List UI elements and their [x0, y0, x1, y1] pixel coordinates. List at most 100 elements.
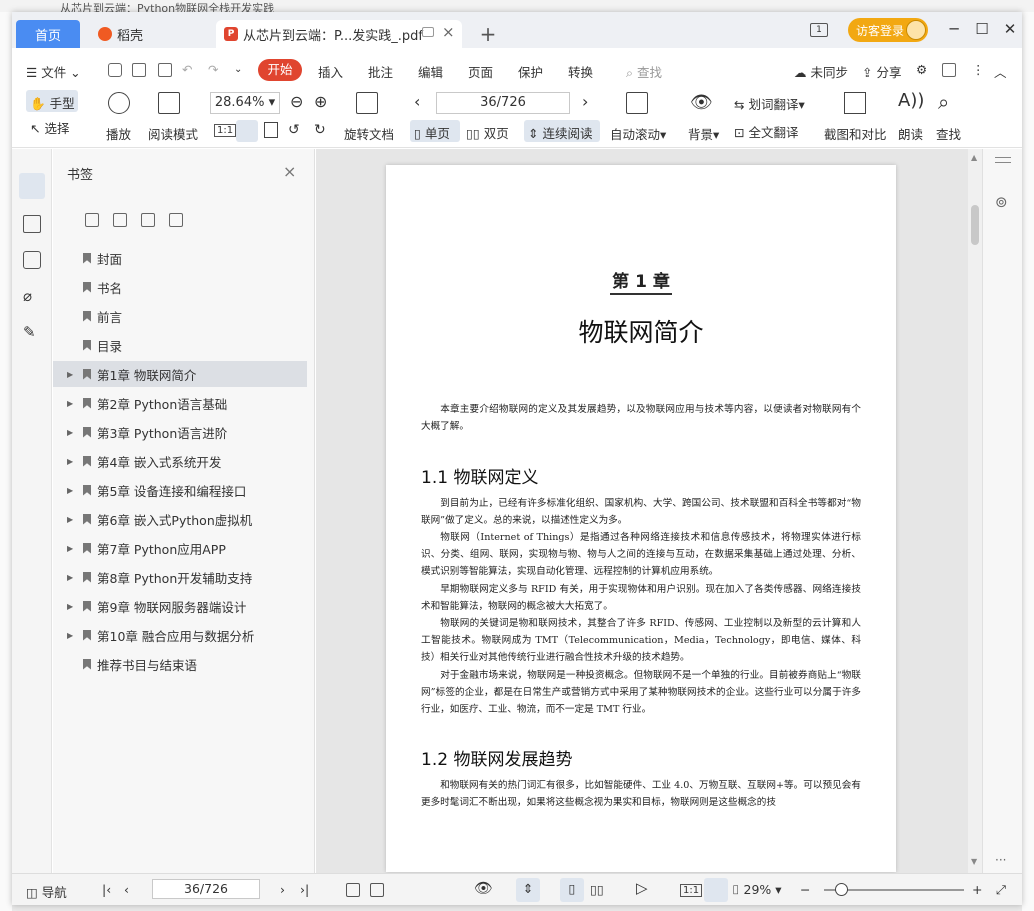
actual-size-status-icon[interactable]: 1:1 [680, 884, 703, 897]
add-bookmark-icon[interactable] [141, 213, 155, 227]
read-aloud-button[interactable]: 朗读 [898, 124, 923, 143]
menu-search[interactable]: ⌕ 查找 [626, 62, 662, 81]
delete-bookmark-icon[interactable] [169, 213, 183, 227]
zoom-in-status-icon[interactable]: + [972, 882, 982, 897]
bookmark-item[interactable]: ▶ 第5章 设备连接和编程接口 [53, 477, 307, 503]
single-page-mode-icon[interactable]: ▯ [560, 878, 584, 902]
expand-arrow-icon[interactable]: ▶ [67, 370, 79, 379]
expand-arrow-icon[interactable]: ▶ [67, 457, 79, 466]
expand-arrow-icon[interactable]: ▶ [67, 602, 79, 611]
background-button[interactable]: 背景▾ [688, 124, 719, 143]
zoom-in-icon[interactable]: ⊕ [314, 92, 327, 111]
bookmark-item[interactable]: 前言 [53, 303, 307, 329]
vertical-scrollbar[interactable]: ▲ ▼ [968, 149, 982, 873]
zoom-input[interactable]: 28.64% ▾ [210, 92, 280, 114]
next-page-status-icon[interactable]: › [280, 882, 285, 897]
bookmark-item[interactable]: ▶ 第2章 Python语言基础 [53, 390, 307, 416]
expand-arrow-icon[interactable]: ▶ [67, 631, 79, 640]
select-tool-button[interactable]: ↖ 选择 [30, 118, 69, 137]
single-page-button[interactable]: ▯ 单页 [410, 120, 460, 142]
bookmark-item[interactable]: 推荐书目与结束语 [53, 651, 307, 677]
tab-home[interactable]: 首页 [16, 20, 80, 48]
menu-insert[interactable]: 插入 [318, 62, 343, 81]
comment-panel-icon[interactable] [23, 251, 41, 269]
open-icon[interactable] [108, 63, 122, 77]
menu-edit[interactable]: 编辑 [418, 62, 443, 81]
tab-close-icon[interactable]: × [442, 23, 455, 41]
attachment-icon[interactable]: ⌀ [23, 287, 41, 305]
eye-icon[interactable]: 👁 [690, 92, 713, 113]
prev-page-icon[interactable]: ‹ [414, 92, 420, 111]
bookmark-item[interactable]: ▶ 第7章 Python应用APP [53, 535, 307, 561]
read-mode-button[interactable]: 阅读模式 [148, 124, 198, 143]
bookmark-close-icon[interactable]: × [283, 162, 296, 181]
new-tab-button[interactable]: + [476, 20, 500, 48]
continuous-mode-icon[interactable]: ⇕ [516, 878, 540, 902]
zoom-slider-knob[interactable] [834, 883, 848, 896]
unsync-status[interactable]: ☁ 未同步 [794, 62, 848, 81]
menu-page[interactable]: 页面 [468, 62, 493, 81]
rotate-left-icon[interactable]: ↺ [288, 122, 300, 138]
continuous-read-button[interactable]: ⇕ 连续阅读 [524, 120, 600, 142]
zoom-out-icon[interactable]: ⊖ [290, 92, 303, 111]
expand-arrow-icon[interactable]: ▶ [67, 428, 79, 437]
book-icon[interactable] [158, 92, 180, 114]
zoom-dropdown[interactable]: ⌷ 29% ▾ [732, 882, 782, 898]
first-page-icon[interactable]: |‹ [102, 882, 111, 897]
page-input[interactable]: 36/726 [436, 92, 570, 114]
bookmark-panel-icon[interactable] [19, 173, 45, 199]
quick-access-dropdown-icon[interactable]: ⌄ [234, 64, 242, 75]
hand-tool-button[interactable]: ✋ 手型 [26, 90, 78, 112]
menu-convert[interactable]: 转换 [568, 62, 593, 81]
next-page-icon[interactable]: › [582, 92, 588, 111]
share-button[interactable]: ⇪ 分享 [862, 62, 901, 81]
expand-arrow-icon[interactable]: ▶ [67, 399, 79, 408]
bookmark-item[interactable]: ▶ 第4章 嵌入式系统开发 [53, 448, 307, 474]
play-icon[interactable] [108, 92, 130, 114]
autoscroll-button[interactable]: 自动滚动▾ [610, 124, 666, 143]
scroll-thumb[interactable] [971, 205, 979, 245]
document-view[interactable]: 第 1 章 物联网简介 本章主要介绍物联网的定义及其发展趋势，以及物联网应用与技… [316, 149, 968, 873]
tab-daoke[interactable]: 稻壳 [90, 20, 210, 48]
bookmark-item[interactable]: 目录 [53, 332, 307, 358]
expand-all-icon[interactable] [85, 213, 99, 227]
nav-toggle-button[interactable]: ◫ 导航 [26, 882, 67, 901]
bookmark-item[interactable]: 封面 [53, 245, 307, 271]
zoom-out-status-icon[interactable]: − [800, 882, 810, 897]
more-icon[interactable]: ⋮ [972, 62, 985, 77]
fit-page-icon[interactable] [236, 120, 258, 142]
status-page-input[interactable]: 36/726 [152, 879, 260, 899]
expand-arrow-icon[interactable]: ▶ [67, 486, 79, 495]
fit-page-status-icon[interactable] [704, 878, 728, 902]
screenshot-icon[interactable] [844, 92, 866, 114]
expand-arrow-icon[interactable]: ▶ [67, 515, 79, 524]
window-list-icon[interactable]: 1 [810, 23, 828, 37]
rotate-document-button[interactable]: 旋转文档 [344, 124, 394, 143]
bookmark-item[interactable]: ▶ 第3章 Python语言进阶 [53, 419, 307, 445]
fit-width-icon[interactable] [264, 122, 278, 138]
close-icon[interactable]: ✕ [1000, 20, 1020, 38]
find-icon[interactable]: ⌕ [938, 90, 949, 114]
bookmark-item[interactable]: ▶ 第8章 Python开发辅助支持 [53, 564, 307, 590]
collapse-all-icon[interactable] [113, 213, 127, 227]
prev-page-status-icon[interactable]: ‹ [124, 882, 129, 897]
maximize-icon[interactable]: ☐ [972, 20, 992, 38]
expand-arrow-icon[interactable]: ▶ [67, 573, 79, 582]
last-page-icon[interactable]: ›| [300, 882, 309, 897]
signature-icon[interactable]: ✎ [23, 323, 41, 341]
tab-document[interactable]: P 从芯片到云端：P...发实践_.pdf × [216, 20, 462, 48]
play-button[interactable]: 播放 [106, 124, 131, 143]
tab-pin-icon[interactable] [422, 27, 434, 37]
bookmark-item[interactable]: ▶ 第6章 嵌入式Python虚拟机 [53, 506, 307, 532]
double-page-button[interactable]: ▯▯ 双页 [466, 123, 509, 142]
print-icon[interactable] [158, 63, 172, 77]
redo-icon[interactable]: ↷ [208, 62, 218, 77]
save-icon[interactable] [132, 63, 146, 77]
actual-size-icon[interactable]: 1:1 [214, 124, 237, 137]
scroll-up-icon[interactable]: ▲ [971, 153, 977, 162]
menu-annotate[interactable]: 批注 [368, 62, 393, 81]
ai-search-icon[interactable]: ⊚ [995, 193, 1008, 211]
more-options-icon[interactable]: ··· [995, 853, 1006, 867]
bookmark-item[interactable]: 书名 [53, 274, 307, 300]
rotate-right-icon[interactable]: ↻ [314, 122, 326, 138]
